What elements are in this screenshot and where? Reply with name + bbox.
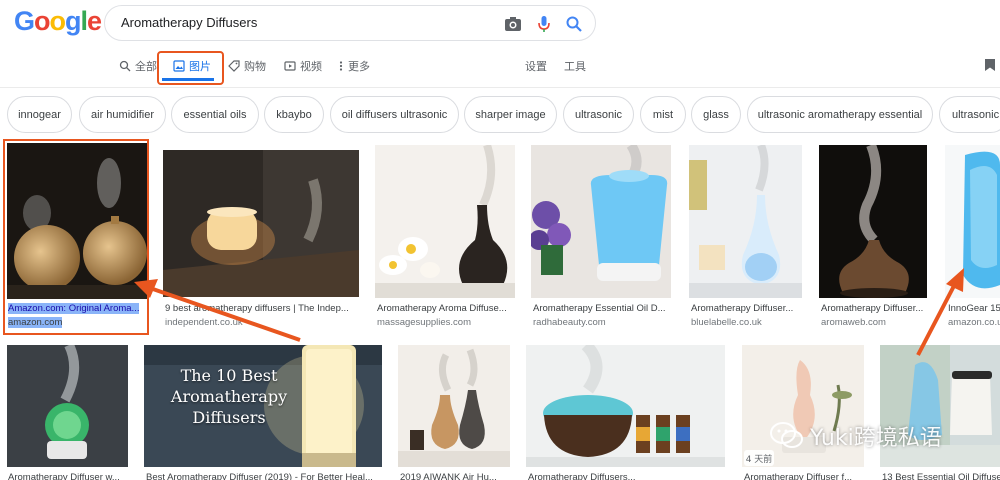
- arrow-to-innogear-result: [916, 268, 964, 356]
- watermark-text: Yuki跨境私语: [810, 426, 942, 451]
- annotation-arrows: [134, 268, 964, 356]
- arrow-to-first-result: [134, 279, 301, 342]
- wechat-icon: [770, 422, 803, 448]
- watermark: Yuki跨境私语: [770, 418, 942, 454]
